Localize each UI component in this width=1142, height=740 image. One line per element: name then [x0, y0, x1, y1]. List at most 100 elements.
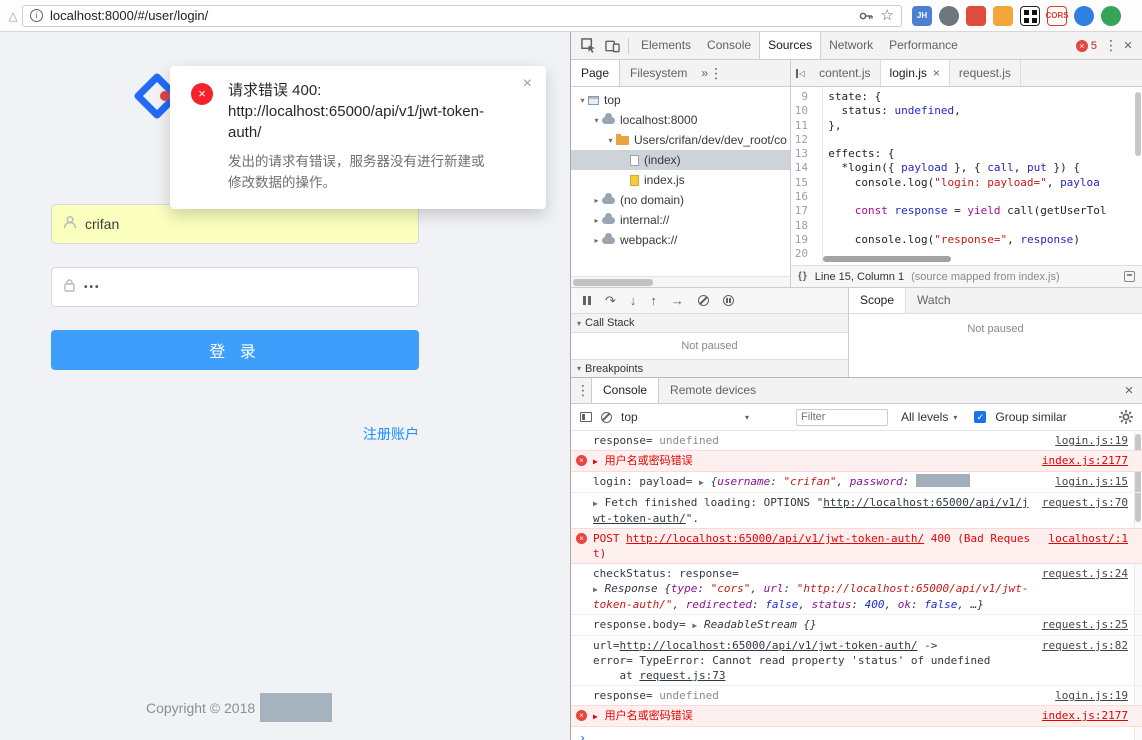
navigator-menu-icon[interactable]: ⋮: [708, 65, 724, 82]
devtools-tab-performance[interactable]: Performance: [881, 32, 966, 59]
editor-hscrollbar-thumb[interactable]: [823, 256, 951, 262]
extension-gray-circle-icon[interactable]: [939, 5, 959, 26]
console-prompt[interactable]: ›: [571, 727, 1142, 740]
source-location-link[interactable]: localhost/:1: [1049, 531, 1128, 546]
expand-arrow-icon[interactable]: ▶: [593, 585, 603, 594]
tree-arrow-icon[interactable]: ▾: [605, 136, 616, 145]
address-bar[interactable]: i ☆: [22, 4, 902, 27]
pause-on-exceptions-icon[interactable]: [722, 295, 734, 306]
source-location-link[interactable]: login.js:19: [1055, 688, 1128, 703]
sources-nav-tab-filesystem[interactable]: Filesystem: [620, 60, 697, 86]
line-number[interactable]: 11: [791, 119, 815, 133]
console-message[interactable]: ▶ Fetch finished loading: OPTIONS "http:…: [571, 493, 1142, 529]
source-location-link[interactable]: request.js:82: [1042, 638, 1128, 653]
tree-item-internal[interactable]: ▸ internal://: [571, 210, 790, 230]
tree-item-webpack[interactable]: ▸ webpack://: [571, 230, 790, 250]
devtools-tab-console[interactable]: Console: [699, 32, 759, 59]
drawer-close-icon[interactable]: ×: [1120, 382, 1138, 399]
line-number[interactable]: 19: [791, 233, 815, 247]
extension-qr-icon[interactable]: [1020, 5, 1040, 26]
line-number[interactable]: 15: [791, 176, 815, 190]
step-out-icon[interactable]: ↑: [650, 294, 657, 307]
line-number[interactable]: 20: [791, 247, 815, 261]
tree-arrow-icon[interactable]: ▸: [591, 236, 602, 245]
line-number[interactable]: 9: [791, 90, 815, 104]
error-count-badge[interactable]: × 5: [1075, 39, 1097, 52]
execution-context-dropdown[interactable]: top ▾: [621, 410, 749, 424]
status-bar-icon[interactable]: [1124, 271, 1135, 282]
login-button[interactable]: 登 录: [51, 330, 419, 370]
step-icon[interactable]: →: [671, 294, 684, 307]
more-tabs-icon[interactable]: »: [701, 66, 708, 80]
password-input[interactable]: [84, 281, 407, 293]
devtools-tab-network[interactable]: Network: [821, 32, 881, 59]
address-bar-input[interactable]: [50, 8, 851, 23]
code-area[interactable]: 9 state: {10 status: undefined, 11 }, 12 13…: [791, 87, 1142, 265]
tree-arrow-icon[interactable]: ▾: [577, 96, 588, 105]
device-toolbar-icon[interactable]: [600, 39, 624, 53]
source-location-link[interactable]: request.js:70: [1042, 495, 1128, 510]
saved-password-key-icon[interactable]: [858, 8, 874, 24]
password-field[interactable]: [51, 267, 419, 307]
page-info-icon[interactable]: i: [30, 9, 43, 22]
editor-tab-content-js[interactable]: content.js: [810, 60, 881, 86]
devtools-close-icon[interactable]: ×: [1119, 37, 1137, 54]
expand-arrow-icon[interactable]: ▶: [699, 478, 709, 487]
editor-vscrollbar-thumb[interactable]: [1135, 92, 1141, 156]
editor-tab-request-js[interactable]: request.js: [950, 60, 1021, 86]
bookmark-star-icon[interactable]: ☆: [881, 8, 894, 23]
console-settings-gear-icon[interactable]: [1119, 410, 1133, 424]
expand-arrow-icon[interactable]: ▶: [593, 499, 603, 508]
tree-arrow-icon[interactable]: ▸: [591, 216, 602, 225]
close-tab-icon[interactable]: ×: [933, 60, 940, 86]
devtools-menu-icon[interactable]: ⋮: [1103, 37, 1119, 54]
console-message[interactable]: response.body= ▶ ReadableStream {} reques…: [571, 615, 1142, 636]
tree-item-top[interactable]: ▾ top: [571, 90, 790, 110]
tab-watch[interactable]: Watch: [906, 288, 962, 313]
tree-arrow-icon[interactable]: ▸: [591, 196, 602, 205]
line-number[interactable]: 13: [791, 147, 815, 161]
group-similar-checkbox[interactable]: ✓: [974, 411, 987, 423]
console-message[interactable]: response= undefined login.js:19: [571, 686, 1142, 706]
inspect-element-icon[interactable]: [576, 38, 600, 53]
extension-green-icon[interactable]: [1101, 5, 1121, 26]
console-message[interactable]: url=http://localhost:65000/api/v1/jwt-to…: [571, 636, 1142, 686]
register-link[interactable]: 注册账户: [51, 424, 419, 444]
extension-jh-icon[interactable]: JH: [912, 5, 932, 26]
message-link[interactable]: http://localhost:65000/api/v1/jwt-token-…: [620, 639, 918, 652]
tree-item-no-domain[interactable]: ▸ (no domain): [571, 190, 790, 210]
source-location-link[interactable]: request.js:25: [1042, 617, 1128, 632]
console-filter-input[interactable]: [796, 408, 888, 426]
expand-arrow-icon[interactable]: ▶: [593, 457, 603, 466]
tab-console[interactable]: Console: [591, 378, 660, 403]
console-message[interactable]: login: payload= ▶ {username: "crifan", p…: [571, 472, 1142, 493]
breakpoints-header[interactable]: ▾ Breakpoints: [571, 359, 848, 377]
tab-remote-devices[interactable]: Remote devices: [659, 378, 767, 403]
tree-arrow-icon[interactable]: ▾: [591, 116, 602, 125]
sources-nav-tab-page[interactable]: Page: [571, 60, 621, 86]
line-number[interactable]: 12: [791, 133, 815, 147]
console-message[interactable]: × ▶ 用户名或密码错误 index.js:2177: [571, 450, 1142, 472]
extension-cors-icon[interactable]: CORS: [1045, 5, 1069, 26]
tab-scope[interactable]: Scope: [849, 288, 907, 313]
username-field[interactable]: [51, 204, 419, 244]
call-stack-header[interactable]: ▾ Call Stack: [571, 314, 848, 333]
username-input[interactable]: [85, 216, 407, 232]
expand-arrow-icon[interactable]: ▶: [593, 712, 603, 721]
line-number[interactable]: 18: [791, 219, 815, 233]
console-message[interactable]: response= undefined login.js:19: [571, 431, 1142, 451]
extension-red-icon[interactable]: [966, 5, 986, 26]
source-location-link[interactable]: login.js:19: [1055, 433, 1128, 448]
devtools-tab-sources[interactable]: Sources: [759, 32, 822, 59]
line-number[interactable]: 10: [791, 104, 815, 118]
console-message[interactable]: checkStatus: response= ▶ Response {type: …: [571, 564, 1142, 615]
source-location-link[interactable]: index.js:2177: [1042, 453, 1128, 468]
message-link[interactable]: http://localhost:65000/api/v1/jwt-token-…: [626, 532, 924, 545]
console-message[interactable]: × POST http://localhost:65000/api/v1/jwt-…: [571, 528, 1142, 564]
line-number[interactable]: 14: [791, 161, 815, 175]
step-into-icon[interactable]: ↓: [630, 294, 637, 307]
devtools-tab-elements[interactable]: Elements: [633, 32, 699, 59]
source-location-link[interactable]: request.js:24: [1042, 566, 1128, 581]
message-link[interactable]: request.js:73: [639, 669, 725, 682]
notification-close-icon[interactable]: ×: [523, 75, 532, 93]
